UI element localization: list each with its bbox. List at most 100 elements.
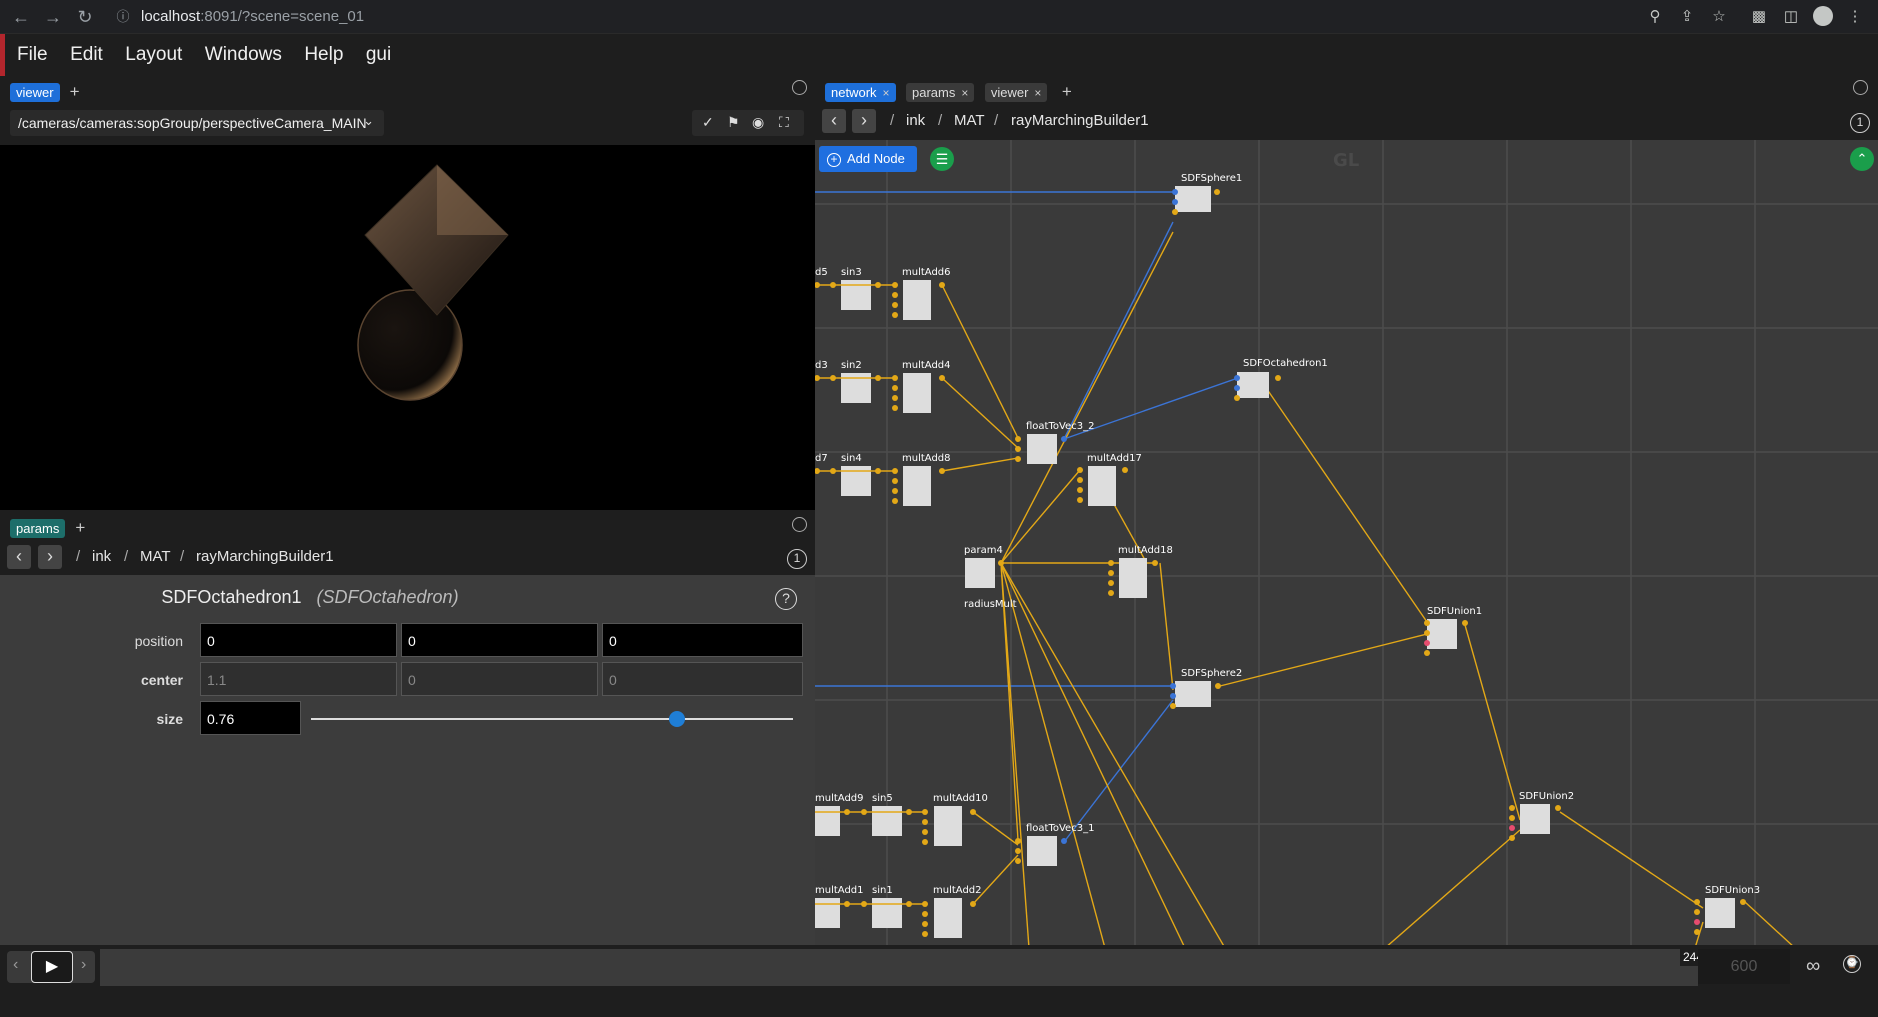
position-y-input[interactable]: 0 xyxy=(401,623,598,657)
node-multadd8[interactable]: multAdd8 xyxy=(892,453,951,506)
back-arrow-icon[interactable]: ← xyxy=(10,6,32,28)
flag-icon[interactable]: ⚑ xyxy=(727,114,740,131)
tab-network[interactable]: network × xyxy=(825,83,896,102)
node-floattovec3-2[interactable]: floatToVec3_2 xyxy=(1015,421,1094,464)
star-icon[interactable]: ☆ xyxy=(1708,6,1730,28)
node-label: sin3 xyxy=(841,267,862,278)
prev-frame-icon[interactable]: ‹ xyxy=(13,956,18,974)
node-sdfsphere1[interactable]: SDFSphere1 xyxy=(1172,173,1242,215)
size-input[interactable]: 0.76 xyxy=(200,701,301,735)
panel-options-icon[interactable] xyxy=(792,517,807,532)
reload-icon[interactable]: ↻ xyxy=(74,6,96,28)
add-tab-icon[interactable]: + xyxy=(1062,82,1072,102)
node-sin1[interactable]: sin1 xyxy=(861,885,912,928)
fullscreen-icon[interactable]: ⛶ xyxy=(779,114,789,131)
timeline-scrubber[interactable] xyxy=(100,949,1698,986)
menu-file[interactable]: File xyxy=(17,34,48,76)
panel-badge[interactable]: 1 xyxy=(1850,113,1870,133)
share-icon[interactable]: ⇪ xyxy=(1676,6,1698,28)
node-sin2[interactable]: sin2 xyxy=(830,360,881,403)
size-slider-track[interactable] xyxy=(311,718,793,720)
node-multadd4[interactable]: multAdd4 xyxy=(892,360,951,413)
menu-gui[interactable]: gui xyxy=(366,34,391,76)
node-sin5[interactable]: sin5 xyxy=(861,793,912,836)
position-z-input[interactable]: 0 xyxy=(602,623,803,657)
zoom-icon[interactable]: ⚲ xyxy=(1644,6,1666,28)
breadcrumb-ink[interactable]: ink xyxy=(92,548,111,565)
breadcrumb-builder[interactable]: rayMarchingBuilder1 xyxy=(196,548,334,565)
center-z-input[interactable]: 0 xyxy=(602,662,803,696)
node-multadd2[interactable]: multAdd2 xyxy=(922,885,982,938)
sidebar-icon[interactable]: ◫ xyxy=(1780,6,1802,28)
collapse-up-icon[interactable]: ⌃ xyxy=(1850,147,1874,171)
center-x-input[interactable]: 1.1 xyxy=(200,662,397,696)
node-floattovec3-1[interactable]: floatToVec3_1 xyxy=(1015,823,1094,866)
camera-icon[interactable]: ◉ xyxy=(752,114,764,131)
close-icon[interactable]: × xyxy=(961,86,968,100)
play-button[interactable]: ▶ xyxy=(31,951,73,983)
node-sin3[interactable]: sin3 xyxy=(830,267,881,310)
breadcrumb-builder[interactable]: rayMarchingBuilder1 xyxy=(1011,112,1149,129)
node-multadd9[interactable]: multAdd9 xyxy=(815,793,864,836)
breadcrumb-ink[interactable]: ink xyxy=(906,112,925,129)
menu-layout[interactable]: Layout xyxy=(125,34,182,76)
tab-params[interactable]: params xyxy=(10,519,66,538)
url-path: :8091/?scene=scene_01 xyxy=(200,8,365,25)
node-multadd17[interactable]: multAdd17 xyxy=(1077,453,1142,506)
address-bar[interactable]: localhost:8091/?scene=scene_01 xyxy=(141,6,364,28)
tab-viewer[interactable]: viewer xyxy=(10,83,60,102)
tab-viewer[interactable]: viewer × xyxy=(984,83,1048,102)
back-button[interactable]: ‹ xyxy=(822,109,846,133)
tab-params[interactable]: params × xyxy=(906,83,975,102)
forward-button[interactable]: › xyxy=(38,545,62,569)
end-frame-input[interactable]: 600 xyxy=(1698,949,1790,984)
node-graph[interactable]: GL SDFSphere1 SDFOctahedron1 floatToVec3… xyxy=(815,140,1878,948)
node-multadd6[interactable]: multAdd6 xyxy=(892,267,951,320)
loop-icon[interactable]: ∞ xyxy=(1806,955,1820,978)
network-editor[interactable]: GL SDFSphere1 SDFOctahedron1 floatToVec3… xyxy=(815,140,1878,948)
close-icon[interactable]: × xyxy=(1034,86,1041,100)
forward-button[interactable]: › xyxy=(852,109,876,133)
node-sin4[interactable]: sin4 xyxy=(830,453,881,496)
info-icon[interactable]: ⓘ xyxy=(112,6,134,28)
breadcrumb-mat[interactable]: MAT xyxy=(140,548,171,565)
list-icon[interactable]: ☰ xyxy=(930,147,954,171)
position-x-input[interactable]: 0 xyxy=(200,623,397,657)
node-sdfsphere2[interactable]: SDFSphere2 xyxy=(1170,668,1242,709)
breadcrumb-mat[interactable]: MAT xyxy=(954,112,985,129)
node-label: sin2 xyxy=(841,360,862,371)
help-icon[interactable]: ? xyxy=(775,588,797,610)
node-sdfunion1[interactable]: SDFUnion1 xyxy=(1424,606,1482,656)
size-slider-thumb[interactable] xyxy=(669,711,686,727)
back-button[interactable]: ‹ xyxy=(7,545,31,569)
viewer-canvas[interactable] xyxy=(0,145,815,510)
node-multadd1[interactable]: multAdd1 xyxy=(815,885,864,928)
browser-toolbar: ← → ↻ ⓘ localhost:8091/?scene=scene_01 ⚲… xyxy=(0,0,1878,34)
camera-select[interactable]: /cameras/cameras:sopGroup/perspectiveCam… xyxy=(10,110,384,136)
menu-edit[interactable]: Edit xyxy=(70,34,103,76)
forward-arrow-icon[interactable]: → xyxy=(42,6,64,28)
node-multadd10[interactable]: multAdd10 xyxy=(922,793,988,846)
profile-icon[interactable] xyxy=(1812,6,1834,28)
add-tab-icon[interactable]: + xyxy=(70,82,80,102)
node-sdfoctahedron1[interactable]: SDFOctahedron1 xyxy=(1234,358,1328,401)
close-icon[interactable]: × xyxy=(883,86,890,100)
playback-controls: ‹ ▶ › xyxy=(7,951,95,983)
panel-badge[interactable]: 1 xyxy=(787,549,807,569)
check-icon[interactable]: ✓ xyxy=(702,114,714,131)
panel-options-icon[interactable] xyxy=(792,80,807,95)
add-tab-icon[interactable]: + xyxy=(75,518,85,538)
node-label: multAdd17 xyxy=(1087,453,1142,464)
next-frame-icon[interactable]: › xyxy=(81,956,86,974)
menu-windows[interactable]: Windows xyxy=(205,34,282,76)
extensions-icon[interactable]: ▩ xyxy=(1748,6,1770,28)
tab-viewer-label: viewer xyxy=(990,85,1029,100)
add-node-button[interactable]: + Add Node xyxy=(819,146,917,172)
panel-options-icon[interactable] xyxy=(1853,80,1868,95)
clock-icon[interactable]: ⌚ xyxy=(1843,955,1861,973)
center-y-input[interactable]: 0 xyxy=(401,662,598,696)
node-sdfunion3[interactable]: SDFUnion3 xyxy=(1694,885,1760,935)
node-label: multAdd9 xyxy=(815,793,864,804)
menu-dots-icon[interactable]: ⋮ xyxy=(1844,6,1866,28)
menu-help[interactable]: Help xyxy=(304,34,343,76)
